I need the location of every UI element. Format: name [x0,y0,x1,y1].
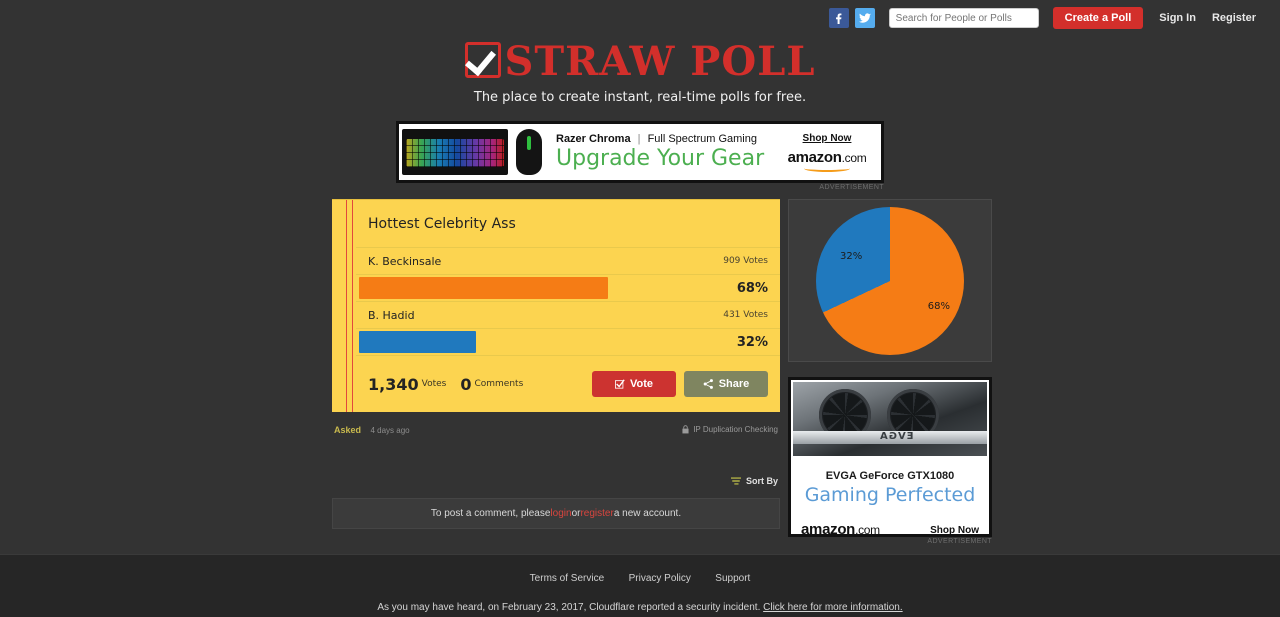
footer-link-terms[interactable]: Terms of Service [530,573,604,584]
top-navigation-bar: Create a Poll Sign In Register [0,0,1280,36]
checkbox-icon [614,379,625,389]
poll-title: Hottest Celebrity Ass [368,215,516,232]
sidebar-shop-now-link[interactable]: Shop Now [930,525,979,535]
total-votes-count: 1,340 [368,374,419,394]
poll-option-bar: 68% [356,275,780,302]
poll-column: Hottest Celebrity Ass K. Beckinsale 909 … [332,199,780,529]
comment-prompt-middle: or [571,508,581,519]
graphics-card-image: EVGA [793,382,987,456]
sidebar-ad-footer: amazon.com Shop Now [791,506,989,535]
share-button[interactable]: Share [684,371,768,397]
comment-login-link[interactable]: login [550,508,571,519]
poll-option-row[interactable]: K. Beckinsale 909 Votes [356,248,780,275]
banner-ad-brand: Razer Chroma [556,133,631,145]
checkbox-logo-icon [464,42,501,78]
keyboard-image [402,129,508,175]
sort-by-control[interactable]: Sort By [730,476,778,486]
mouse-image [516,129,542,175]
footer-link-privacy[interactable]: Privacy Policy [629,573,691,584]
poll-option-bar-fill [359,331,477,353]
total-votes-label: Votes [421,379,447,389]
poll-option-name: B. Hadid [368,308,415,322]
amazon-logo: amazon.com [801,521,880,534]
comments-label: Comments [474,379,524,389]
sort-by-label: Sort By [745,476,778,486]
asked-timestamp: 4 days ago [370,426,410,435]
share-icon [703,379,713,389]
poll-card: Hottest Celebrity Ass K. Beckinsale 909 … [332,199,780,412]
comments-sort-row: Sort By [332,472,780,490]
poll-meta-row: Asked 4 days ago IP Duplication Checking [332,420,780,438]
site-logo[interactable]: Straw Poll The place to create instant, … [0,42,1280,105]
banner-ad-tagline: Upgrade Your Gear [556,146,765,171]
amazon-logo: amazon.com [779,149,875,172]
facebook-icon[interactable] [828,8,849,28]
poll-option-row[interactable]: B. Hadid 431 Votes [356,302,780,329]
pie-slice-label: 68% [927,300,950,312]
vote-button-label: Vote [629,378,654,390]
filter-icon [730,477,741,485]
banner-ad-copy: Razer Chroma | Full Spectrum Gaming Upgr… [556,133,779,171]
search-input[interactable] [888,8,1039,28]
comment-register-link[interactable]: register [580,508,613,519]
vote-button[interactable]: Vote [592,371,676,397]
ip-duplication-status: IP Duplication Checking [682,425,778,434]
banner-shop-now-link[interactable]: Shop Now [779,133,875,144]
site-title: Straw Poll [504,38,816,85]
comment-prompt-suffix: a new account. [613,508,682,519]
banner-ad-subhead: Full Spectrum Gaming [647,133,757,145]
register-link[interactable]: Register [1212,12,1256,24]
poll-option-votes: 431 Votes [723,310,768,320]
footer-link-support[interactable]: Support [715,573,750,584]
pie-chart: 32% 68% [816,206,964,355]
security-notice-link[interactable]: Click here for more information. [763,602,903,613]
pie-slice-label: 32% [840,250,863,262]
lock-icon [682,424,689,433]
banner-ad-label: ADVERTISEMENT [819,184,884,191]
comment-login-prompt: To post a comment, please login or regis… [332,498,780,529]
create-poll-button[interactable]: Create a Poll [1052,7,1144,29]
twitter-icon[interactable] [854,8,875,28]
sidebar-ad-label: ADVERTISEMENT [927,538,992,545]
security-notice: As you may have heard, on February 23, 2… [0,602,1280,613]
site-tagline: The place to create instant, real-time p… [473,90,807,105]
results-pie-chart-panel: 32% 68% [788,199,992,362]
banner-ad-separator: | [637,133,641,145]
poll-option-bar-fill [359,277,609,299]
sign-in-link[interactable]: Sign In [1159,12,1196,24]
poll-option-votes: 909 Votes [723,256,768,266]
share-button-label: Share [718,378,750,390]
comment-prompt-prefix: To post a comment, please [430,508,551,519]
sidebar-ad-title: EVGA GeForce GTX1080 [825,470,955,482]
poll-title-row: Hottest Celebrity Ass [356,200,780,248]
poll-actions-row: 1,340 Votes 0 Comments Vote Share [356,356,780,412]
sidebar-ad-subtitle: Gaming Perfected [804,484,976,506]
comments-count: 0 [460,374,472,394]
main-content: Hottest Celebrity Ass K. Beckinsale 909 … [332,199,992,545]
page-footer: Terms of Service Privacy Policy Support … [0,554,1280,617]
gpu-brand-text: EVGA [879,431,914,442]
banner-ad-cta-area: Shop Now amazon.com [779,133,881,172]
poll-option-bar: 32% [356,329,780,356]
sidebar-column: 32% 68% EVGA EVGA GeForce GTX1080 Gaming… [788,199,992,545]
asked-label: Asked [334,425,362,435]
banner-advertisement[interactable]: Razer Chroma | Full Spectrum Gaming Upgr… [396,121,884,183]
poll-option-percent: 68% [736,280,768,296]
sidebar-advertisement[interactable]: EVGA EVGA GeForce GTX1080 Gaming Perfect… [788,377,992,537]
security-notice-text: As you may have heard, on February 23, 2… [377,602,764,613]
poll-option-name: K. Beckinsale [368,254,442,268]
ip-duplication-label: IP Duplication Checking [693,424,778,434]
poll-option-percent: 32% [736,334,768,350]
